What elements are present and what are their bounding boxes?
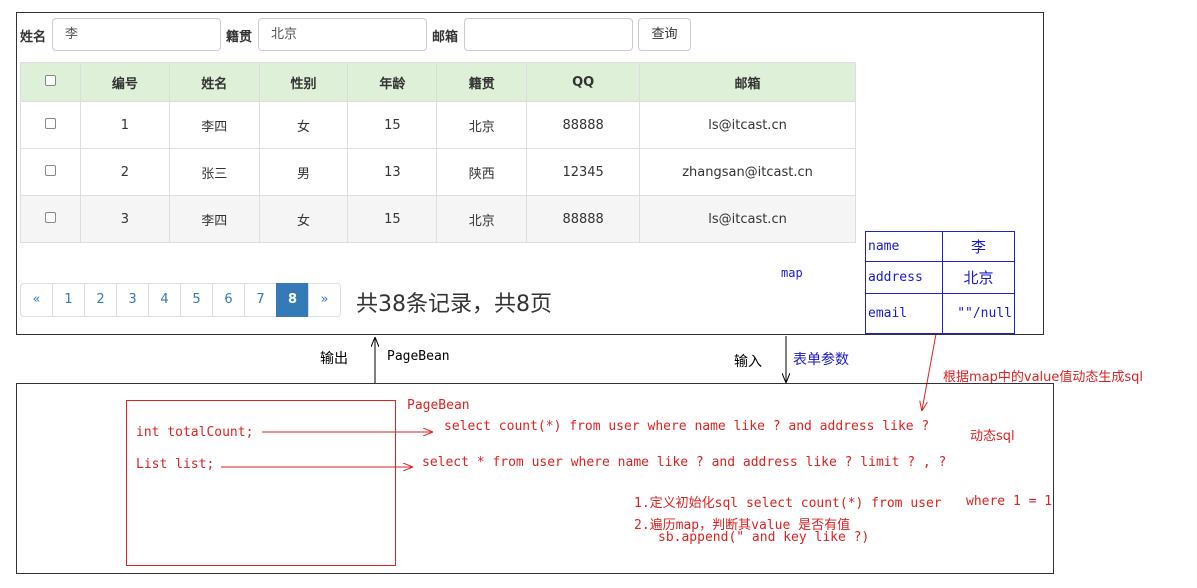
row-checkbox[interactable] <box>44 164 56 176</box>
row-select-cell <box>20 148 81 196</box>
select-all-cell <box>20 62 81 102</box>
table-cell: 张三 <box>168 148 260 196</box>
table-cell: 女 <box>258 101 349 149</box>
name-label: 姓名 <box>20 30 47 45</box>
table-cell: 15 <box>347 195 438 243</box>
map-row: email ""/null <box>865 293 1015 334</box>
column-header: 编号 <box>79 62 170 102</box>
user-table: 编号 姓名 性别 年龄 籍贯 QQ 邮箱 1 李四 女 15 北京 88888 … <box>20 62 856 243</box>
column-header: 籍贯 <box>436 62 528 102</box>
step-2-code: sb.append(" and key like ?) <box>658 530 870 545</box>
email-label: 邮箱 <box>432 30 459 45</box>
origin-label: 籍贯 <box>226 30 253 45</box>
map-value: 李 <box>942 231 1015 262</box>
table-cell: 2 <box>79 148 170 196</box>
pagebean-output-label: PageBean <box>387 349 450 364</box>
table-cell: ls@itcast.cn <box>639 195 856 243</box>
name-input[interactable]: 李 <box>52 18 221 51</box>
pagebean-title: PageBean <box>407 398 470 413</box>
table-cell: 15 <box>347 101 438 149</box>
map-label: map <box>781 266 803 280</box>
table-cell: zhangsan@itcast.cn <box>639 148 856 196</box>
table-row: 2 张三 男 13 陕西 12345 zhangsan@itcast.cn <box>20 148 856 196</box>
email-input[interactable] <box>464 18 633 51</box>
row-select-cell <box>20 101 81 149</box>
table-cell: 男 <box>258 148 349 196</box>
map-value: ""/null <box>942 293 1015 334</box>
output-label: 输出 <box>320 351 348 367</box>
prev-page-link[interactable]: « <box>20 283 53 317</box>
origin-input[interactable]: 北京 <box>258 18 427 51</box>
page-link[interactable]: 6 <box>212 283 245 317</box>
count-sql: select count(*) from user where name lik… <box>444 419 930 434</box>
row-select-cell <box>20 195 81 243</box>
page-link[interactable]: 7 <box>244 283 277 317</box>
list-sql: select * from user where name like ? and… <box>422 455 947 470</box>
input-label: 输入 <box>734 354 762 370</box>
record-summary: 共38条记录，共8页 <box>356 292 552 317</box>
table-cell: 12345 <box>526 148 641 196</box>
page-link[interactable]: 1 <box>52 283 85 317</box>
table-cell: 陕西 <box>436 148 528 196</box>
select-all-checkbox[interactable] <box>44 74 56 86</box>
pagination: « 1 2 3 4 5 6 7 8 » <box>20 283 341 317</box>
table-cell: 13 <box>347 148 438 196</box>
table-row: 3 李四 女 15 北京 88888 ls@itcast.cn <box>20 195 856 243</box>
table-cell: 3 <box>79 195 170 243</box>
step-1-where: where 1 = 1 <box>966 494 1053 509</box>
page-link[interactable]: 5 <box>180 283 213 317</box>
page-link[interactable]: 4 <box>148 283 181 317</box>
map-key: address <box>865 261 943 294</box>
table-cell: 88888 <box>526 195 641 243</box>
table-cell: 北京 <box>436 101 528 149</box>
row-checkbox[interactable] <box>44 211 56 223</box>
active-page-link[interactable]: 8 <box>276 283 309 317</box>
table-cell: 北京 <box>436 195 528 243</box>
page-link[interactable]: 2 <box>84 283 117 317</box>
map-value: 北京 <box>942 261 1015 294</box>
table-header-row: 编号 姓名 性别 年龄 籍贯 QQ 邮箱 <box>20 62 856 102</box>
map-key: email <box>865 293 943 334</box>
list-field: List list; <box>136 457 215 472</box>
step-1-text: 1.定义初始化sql select count(*) from user <box>634 496 942 511</box>
column-header: 姓名 <box>168 62 260 102</box>
map-row: name 李 <box>865 231 1015 262</box>
page-link[interactable]: 3 <box>116 283 149 317</box>
form-params-label: 表单参数 <box>793 352 849 368</box>
map-table: name 李 address 北京 email ""/null <box>865 231 1015 334</box>
map-key: name <box>865 231 943 262</box>
query-button[interactable]: 查询 <box>638 18 691 51</box>
dynamic-sql-label: 动态sql <box>970 429 1015 444</box>
table-cell: 女 <box>258 195 349 243</box>
table-cell: 李四 <box>168 195 260 243</box>
map-row: address 北京 <box>865 261 1015 294</box>
row-checkbox[interactable] <box>44 117 56 129</box>
table-cell: 李四 <box>168 101 260 149</box>
table-cell: 1 <box>79 101 170 149</box>
column-header: 邮箱 <box>639 62 856 102</box>
table-cell: ls@itcast.cn <box>639 101 856 149</box>
table-row: 1 李四 女 15 北京 88888 ls@itcast.cn <box>20 101 856 149</box>
total-count-field: int totalCount; <box>136 425 254 440</box>
next-page-link[interactable]: » <box>308 283 341 317</box>
column-header: 年龄 <box>347 62 438 102</box>
table-cell: 88888 <box>526 101 641 149</box>
column-header: QQ <box>526 62 641 102</box>
column-header: 性别 <box>258 62 349 102</box>
